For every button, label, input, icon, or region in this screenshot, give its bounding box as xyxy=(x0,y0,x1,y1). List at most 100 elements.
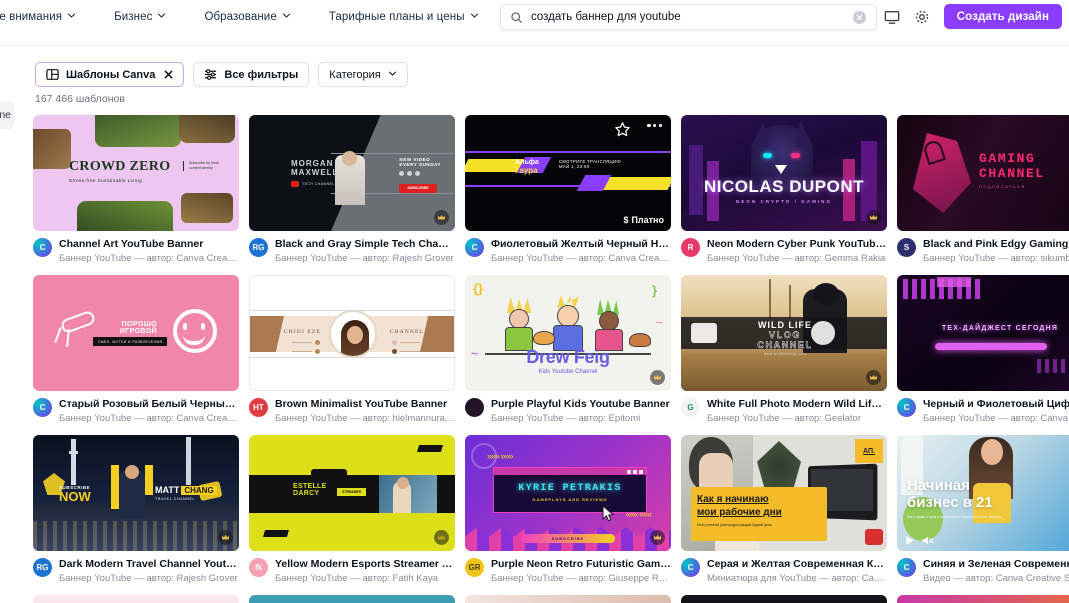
chevron-down-icon xyxy=(282,11,291,20)
card-meta: R Neon Modern Cyber Punk YouTube ... Бан… xyxy=(681,238,887,265)
template-thumbnail[interactable]: Альфа Гаура СМОТРИТЕ ТРАНСЛЯЦИЮ МАЙ 1, 2… xyxy=(465,115,671,231)
card-subtitle: Баннер YouTube — автор: Fatih Kaya xyxy=(275,573,438,584)
clear-search-icon[interactable] xyxy=(853,10,866,24)
card-subtitle: Баннер YouTube — автор: Canva Crea xyxy=(923,413,1069,424)
template-thumbnail[interactable]: Как я начинаю мои рабочие дни Мой утренн… xyxy=(681,435,887,551)
template-card[interactable]: ESTELLE DARCY STREAMER fk Yellow Modern … xyxy=(249,435,455,585)
artwork-subtitle: TRAVEL CHANNEL xyxy=(155,497,196,501)
sidebar-peek-tab[interactable]: ne xyxy=(0,101,14,129)
template-card[interactable]: CHIDI EZE CHANNEL HT Brown Minimalist Yo… xyxy=(249,275,455,425)
artwork-title-2: ИГРОВОЙ xyxy=(119,328,157,335)
card-meta: GR Purple Neon Retro Futuristic Gamin...… xyxy=(465,558,671,585)
card-meta: C Черный и Фиолетовый Цифро Баннер YouTu… xyxy=(897,398,1069,425)
template-thumbnail[interactable] xyxy=(465,595,671,603)
template-thumbnail[interactable] xyxy=(681,595,887,603)
template-card[interactable]: GAMING CHANNEL ПОДПИСАТЬСЯ S Black and P… xyxy=(897,115,1069,265)
artwork-subtitle: GAMEPLAYS AND REVIEWS xyxy=(532,497,608,502)
avatar: C xyxy=(897,398,916,417)
gear-icon[interactable] xyxy=(914,9,930,25)
search-bar[interactable] xyxy=(500,4,877,30)
template-thumbnail[interactable] xyxy=(897,595,1069,603)
artwork-title-2: Гаура xyxy=(515,166,538,175)
card-meta: Purple Playful Kids Youtube Banner Банне… xyxy=(465,398,671,425)
template-card[interactable]: NICOLAS DUPONT NEON CRYPTO / GAMING R Ne… xyxy=(681,115,887,265)
chip-canva-templates[interactable]: Шаблоны Canva xyxy=(35,62,185,87)
chevron-down-icon xyxy=(157,11,166,20)
artwork-title: Drew Feig xyxy=(526,347,610,367)
template-thumbnail[interactable] xyxy=(33,595,239,603)
artwork-right-2: EVERY SUNDAY xyxy=(399,162,441,167)
create-design-button[interactable]: Создать дизайн xyxy=(943,4,1062,29)
artwork-button: SUBSCRIBE xyxy=(521,534,615,543)
template-card[interactable]: CROWD ZERO Stress-free Sustainable Livin… xyxy=(33,115,239,265)
card-subtitle: Баннер YouTube — автор: Gemma Rakia xyxy=(707,253,886,264)
template-thumbnail[interactable]: »»» »»» ««« ««« KYRIE PETRAKIS GAMEPLAYS… xyxy=(465,435,671,551)
template-card[interactable]: SUBSCRIBE NOW MATT CHANG TRAVEL CHANNEL … xyxy=(33,435,239,585)
artwork-title-2: MAXWELL xyxy=(291,168,339,177)
template-thumbnail[interactable]: ПОРОШО ИГРОВОЙ СМЕХ, ШУТКИ И РАЗВЛЕЧЕНИЯ xyxy=(33,275,239,391)
card-subtitle: Видео — автор: Canva Creative Studi xyxy=(923,573,1069,584)
search-icon xyxy=(510,11,523,24)
nav-item-label: Бизнес xyxy=(114,10,153,23)
avatar: GR xyxy=(465,558,484,577)
nav-item-label: Образование xyxy=(204,10,277,23)
template-thumbnail[interactable]: {} } ~ ~ Drew Feig Kids Youtube Channel xyxy=(465,275,671,391)
nav-item-business[interactable]: Бизнес xyxy=(95,11,185,23)
avatar: C xyxy=(897,558,916,577)
artwork-url: www.wildlifevlogs.com xyxy=(763,352,807,356)
chip-category[interactable]: Категория xyxy=(318,62,408,87)
card-title: Brown Minimalist YouTube Banner xyxy=(275,398,448,410)
template-thumbnail[interactable]: GAMING CHANNEL ПОДПИСАТЬСЯ xyxy=(897,115,1069,231)
card-title: Фиолетовый Желтый Черный Нео... xyxy=(491,238,671,250)
template-thumbnail[interactable]: CROWD ZERO Stress-free Sustainable Livin… xyxy=(33,115,239,231)
template-icon xyxy=(46,68,59,81)
avatar: C xyxy=(33,398,52,417)
play-icon[interactable] xyxy=(904,535,915,546)
template-thumbnail[interactable] xyxy=(249,595,455,603)
nav-item-spotlight[interactable]: нтре внимания xyxy=(0,11,95,23)
nav-item-pricing[interactable]: Тарифные планы и цены xyxy=(310,11,498,23)
artwork-subtitle: Мой утренний распорядок каждый будний де… xyxy=(697,523,772,527)
template-thumbnail[interactable]: ТЕХ-ДАЙДЖЕСТ СЕГОДНЯ xyxy=(897,275,1069,391)
template-card[interactable]: WILD LIFE VLOG CHANNEL www.wildlifevlogs… xyxy=(681,275,887,425)
search-input[interactable] xyxy=(531,11,853,23)
card-subtitle: Миниатюра для YouTube — автор: Canva C..… xyxy=(707,573,887,584)
card-title: Черный и Фиолетовый Цифро xyxy=(923,398,1069,410)
premium-crown-badge xyxy=(650,370,665,385)
chip-all-filters[interactable]: Все фильтры xyxy=(193,62,310,87)
avatar: HT xyxy=(249,398,268,417)
thumb-artwork xyxy=(897,275,1069,391)
card-meta: S Black and Pink Edgy Gaming You Баннер … xyxy=(897,238,1069,265)
paid-label: Платно xyxy=(631,215,664,225)
monitor-icon[interactable] xyxy=(884,9,900,25)
template-card[interactable]: Как я начинаю мои рабочие дни Мой утренн… xyxy=(681,435,887,585)
template-thumbnail[interactable]: Начиная бизнес в 21 Как я начал с нуля и… xyxy=(897,435,1069,551)
template-thumbnail[interactable]: SUBSCRIBE NOW MATT CHANG TRAVEL CHANNEL xyxy=(33,435,239,551)
more-options-icon[interactable] xyxy=(647,124,662,128)
mute-icon[interactable] xyxy=(922,535,934,546)
artwork-title-3: MATT xyxy=(155,485,180,495)
template-card[interactable]: ТЕХ-ДАЙДЖЕСТ СЕГОДНЯ C Черный и Фиолетов… xyxy=(897,275,1069,425)
template-thumbnail[interactable]: NICOLAS DUPONT NEON CRYPTO / GAMING xyxy=(681,115,887,231)
card-subtitle: Баннер YouTube — автор: sikumbang xyxy=(923,253,1069,264)
nav-item-education[interactable]: Образование xyxy=(185,11,309,23)
avatar: G xyxy=(681,398,700,417)
nav-item-label: Тарифные планы и цены xyxy=(328,10,465,23)
card-subtitle: Баннер YouTube — автор: hielmannuraddin.… xyxy=(275,413,455,424)
template-card[interactable]: {} } ~ ~ Drew Feig Kids Youtube Channel … xyxy=(465,275,671,425)
artwork-title: Начиная xyxy=(907,477,970,494)
template-thumbnail[interactable]: ESTELLE DARCY STREAMER xyxy=(249,435,455,551)
template-thumbnail[interactable]: WILD LIFE VLOG CHANNEL www.wildlifevlogs… xyxy=(681,275,887,391)
template-card[interactable]: »»» »»» ««« ««« KYRIE PETRAKIS GAMEPLAYS… xyxy=(465,435,671,585)
card-title: Neon Modern Cyber Punk YouTube ... xyxy=(707,238,887,250)
template-thumbnail[interactable]: CHIDI EZE CHANNEL xyxy=(249,275,455,391)
template-card[interactable]: ПОРОШО ИГРОВОЙ СМЕХ, ШУТКИ И РАЗВЛЕЧЕНИЯ… xyxy=(33,275,239,425)
template-card[interactable]: MORGAN MAXWELL TECH CHANNEL NEW VIDEO EV… xyxy=(249,115,455,265)
card-meta: C Серая и Желтая Современная Кор... Мини… xyxy=(681,558,887,585)
template-thumbnail[interactable]: MORGAN MAXWELL TECH CHANNEL NEW VIDEO EV… xyxy=(249,115,455,231)
video-controls[interactable] xyxy=(904,535,934,546)
favorite-star-icon[interactable] xyxy=(614,121,631,138)
template-card[interactable]: Альфа Гаура СМОТРИТЕ ТРАНСЛЯЦИЮ МАЙ 1, 2… xyxy=(465,115,671,265)
close-icon[interactable] xyxy=(164,70,173,79)
template-card[interactable]: Начиная бизнес в 21 Как я начал с нуля и… xyxy=(897,435,1069,585)
